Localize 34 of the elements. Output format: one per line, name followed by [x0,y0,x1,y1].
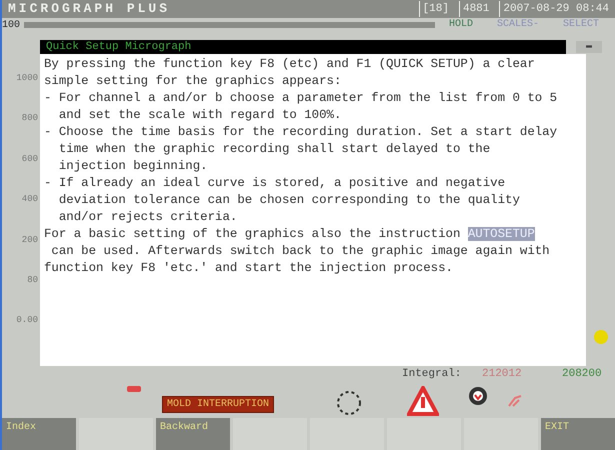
help-paragraph: - For channel a and/or b choose a parameter from the list from 0 to 5 and set the scale with regard to 100%. [44,90,558,124]
help-paragraph: - If already an ideal curve is stored, a positive and negative deviation tolerance can be chosen corresponding to the quality and/or rejects criteria. [44,175,521,226]
alarm-message: MOLD INTERRUPTION [162,396,274,413]
toolbar-button[interactable]: SCALES- [486,19,549,31]
function-key[interactable]: Backward [156,418,230,450]
header-field: [18] [418,0,449,18]
axis-label: 400 [22,193,38,206]
axis-label: 600 [22,152,38,166]
indicator-dot-icon [594,330,608,344]
axis-label: 1000 [16,72,38,85]
axis-label: 0.00 [16,314,38,328]
help-paragraph: By pressing the function key F8 (etc) and F1 (QUICK SETUP) a clear simple setting for the graphics appears: [44,56,536,90]
app-title: MICROGRAPH PLUS [8,0,172,18]
integral-value: 208200 [562,367,602,382]
toolbar-button[interactable]: SELECT [552,19,609,31]
toolbar-button[interactable]: HOLD [438,19,483,31]
keyword-link[interactable]: AUTOSETUP [468,227,535,241]
gauge-icon [468,386,488,406]
axis-label: 200 [22,234,38,247]
help-paragraph: For a basic setting of the graphics also the instruction AUTOSETUP can be used. Afterwards switch back to the graphic image again with function key F8 'etc.' and start the injection process. [44,226,551,277]
header-field: 4881 [458,0,490,18]
help-paragraph: - Choose the time basis for the recording duration. Set a start delay time when the graphic recording shall start delayed to the injection beginning. [44,124,558,175]
cycle-icon [335,389,363,417]
function-key[interactable]: Index [2,418,76,450]
integral-label: Integral: [402,367,462,382]
axis-label: 80 [27,274,38,288]
integral-value: 212012 [482,367,522,382]
function-key[interactable]: EXIT [541,418,615,450]
header-field: 2007-08-29 08:44 [499,0,609,18]
dialog-title: Quick Setup Micrograph [40,40,566,54]
axis-label: 800 [22,112,38,126]
scale-label: 100 [2,18,20,32]
minimize-button[interactable]: ▬ [576,41,602,53]
warning-icon [407,386,439,416]
